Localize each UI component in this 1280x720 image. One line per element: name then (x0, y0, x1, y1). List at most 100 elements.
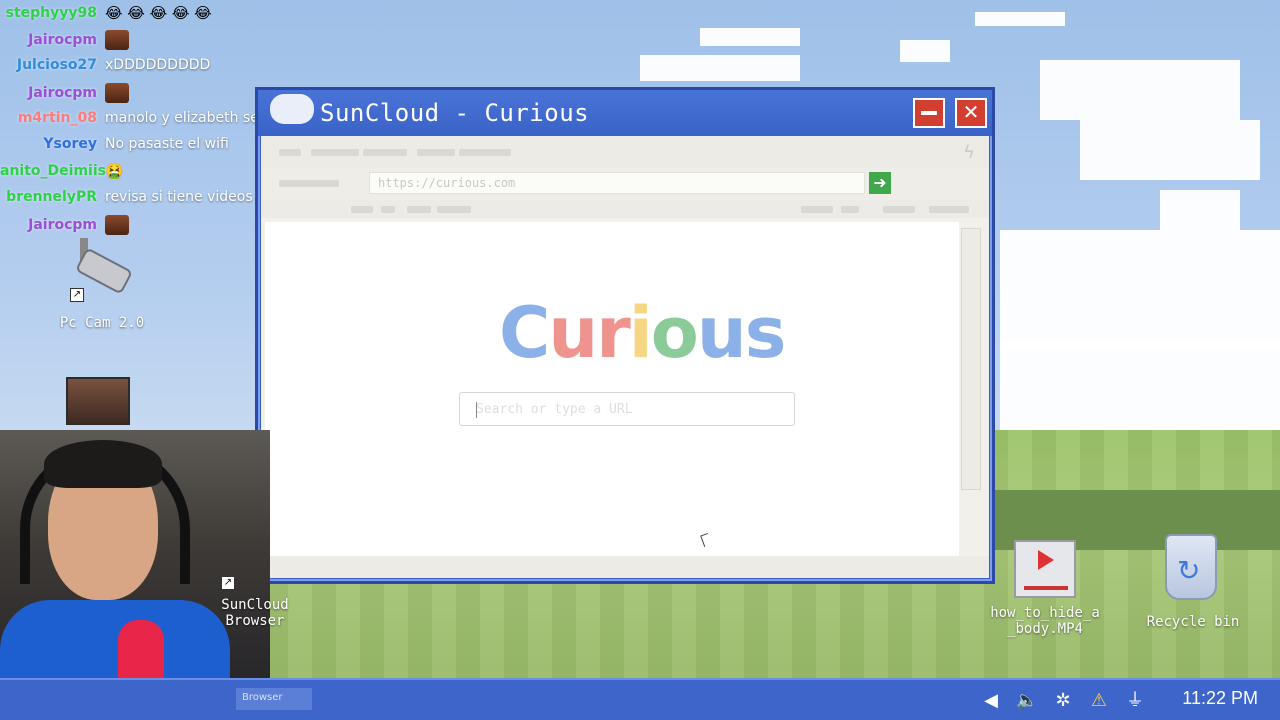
bookmark-placeholder (801, 206, 833, 213)
pc-cam-label[interactable]: Pc Cam 2.0 (52, 315, 152, 331)
chat-text: xDDDDDDDDD (105, 57, 211, 73)
bookmark-placeholder (929, 206, 969, 213)
search-placeholder: Search or type a URL (476, 402, 633, 417)
sky-cloud (900, 40, 950, 62)
sky-cloud (1080, 120, 1260, 180)
sky-cloud (1040, 60, 1240, 120)
play-icon (1038, 550, 1054, 570)
video-file-icon[interactable] (1014, 540, 1076, 598)
lightning-icon[interactable]: ϟ (963, 142, 975, 163)
chat-message: Jairocpm (0, 83, 129, 103)
bookmark-placeholder (381, 206, 395, 213)
taskbar-clock[interactable]: 11:22 PM (1182, 688, 1258, 709)
menu-placeholder (311, 149, 359, 156)
logo-letter: s (744, 292, 787, 374)
browser-menubar: ϟ (261, 136, 989, 168)
close-button[interactable]: ✕ (955, 98, 987, 128)
video-file-label[interactable]: how_to_hide_a _body.MP4 (980, 605, 1110, 637)
chat-message: stephyyy98 😂 😂 😂 😂 😂 (0, 4, 212, 22)
chat-message: Ysorey No pasaste el wifi (0, 136, 229, 152)
network-icon[interactable]: ✲ (1050, 688, 1076, 714)
chat-emoji: 😂 😂 😂 😂 😂 (105, 4, 212, 22)
recycle-bin-label[interactable]: Recycle bin (1140, 614, 1246, 630)
address-bar[interactable]: https://curious.com (369, 172, 865, 194)
bookmark-placeholder (407, 206, 431, 213)
browser-client-area: ϟ https://curious.com ➜ Curious Search o… (261, 136, 989, 578)
logo-letter: u (696, 292, 747, 374)
video-file-label-line2: _body.MP4 (1007, 621, 1083, 637)
search-input[interactable]: Search or type a URL (459, 392, 795, 426)
sky-cloud (975, 12, 1065, 26)
sky-cloud (1160, 190, 1240, 230)
usb-icon[interactable]: ⏚ (1122, 688, 1148, 714)
chevron-left-icon[interactable]: ◀ (978, 688, 1004, 714)
minimize-icon (921, 111, 937, 115)
menu-placeholder (363, 149, 407, 156)
chat-emote (105, 83, 129, 103)
speaker-icon[interactable]: 🔈 (1014, 688, 1040, 714)
chat-emoji: 🤮 (105, 162, 124, 180)
suncloud-browser-label-line1: SunCloud (221, 597, 289, 613)
recycle-arrows-icon: ↻ (1177, 554, 1201, 587)
text-caret (476, 402, 477, 418)
bookmark-placeholder (351, 206, 373, 213)
status-bar (261, 556, 989, 578)
chat-emote (105, 30, 129, 50)
chat-username: anito_Deimiis (0, 163, 106, 179)
suncloud-logo-icon (270, 94, 314, 124)
portrait-thumbnail (66, 377, 130, 425)
sky-cloud (1000, 230, 1280, 350)
go-button[interactable]: ➜ (869, 172, 891, 194)
suncloud-browser-label[interactable]: SunCloud Browser (205, 597, 305, 629)
nav-placeholder (279, 180, 339, 187)
logo-letter: i (628, 292, 653, 374)
chat-message: Julcioso27 xDDDDDDDDD (0, 57, 210, 73)
browser-window: SunCloud - Curious ✕ ϟ https://curious.c… (255, 87, 995, 584)
suncloud-browser-label-line2: Browser (225, 613, 285, 629)
web-page: Curious Search or type a URL (265, 222, 959, 556)
logo-letter: u (548, 292, 598, 374)
vertical-scrollbar[interactable] (961, 228, 981, 490)
logo-letter: C (499, 292, 550, 374)
chat-username: Julcioso27 (16, 57, 97, 73)
address-row: https://curious.com ➜ (261, 168, 989, 200)
streamer-hair (44, 440, 162, 488)
warning-icon[interactable]: ⚠ (1086, 688, 1112, 714)
seek-track (1024, 586, 1068, 590)
taskbar-item-browser[interactable]: Browser (236, 688, 312, 710)
bookmarks-bar (261, 200, 989, 218)
chat-message: anito_Deimiis 🤮 (0, 162, 124, 180)
chat-text: No pasaste el wifi (105, 136, 229, 152)
menu-placeholder (459, 149, 511, 156)
logo-letter: o (650, 292, 699, 374)
chat-message: Jairocpm (0, 30, 129, 50)
chat-username: Jairocpm (28, 217, 97, 233)
streamer-webcam (0, 430, 270, 720)
minimize-button[interactable] (913, 98, 945, 128)
menu-placeholder (279, 149, 301, 156)
sky-cloud (640, 55, 800, 81)
sky-cloud (700, 28, 800, 46)
recycle-bin-icon[interactable]: ↻ (1165, 534, 1217, 600)
chat-message: Jairocpm (0, 215, 129, 235)
video-file-label-line1: how_to_hide_a (990, 605, 1100, 621)
taskbar: Browser ◀ 🔈 ✲ ⚠ ⏚ 11:22 PM (0, 678, 1280, 720)
chat-username: brennelyPR (6, 189, 97, 205)
logo-letter: r (596, 292, 631, 374)
shortcut-arrow-icon: ↗ (70, 288, 84, 302)
window-title: SunCloud - Curious (320, 99, 590, 127)
mouse-cursor-icon (700, 532, 712, 548)
chat-username: Jairocpm (28, 85, 97, 101)
shortcut-arrow-icon: ↗ (221, 576, 235, 590)
curious-logo: Curious (499, 292, 787, 374)
bookmark-placeholder (883, 206, 915, 213)
window-titlebar[interactable]: SunCloud - Curious ✕ (258, 90, 992, 136)
chat-username: Ysorey (43, 136, 97, 152)
menu-placeholder (417, 149, 455, 156)
chat-emote (105, 215, 129, 235)
chat-username: stephyyy98 (5, 5, 97, 21)
chat-username: Jairocpm (28, 32, 97, 48)
chat-username: m4rtin_08 (17, 110, 97, 126)
bookmark-placeholder (841, 206, 859, 213)
system-tray: ◀ 🔈 ✲ ⚠ ⏚ (978, 688, 1148, 714)
